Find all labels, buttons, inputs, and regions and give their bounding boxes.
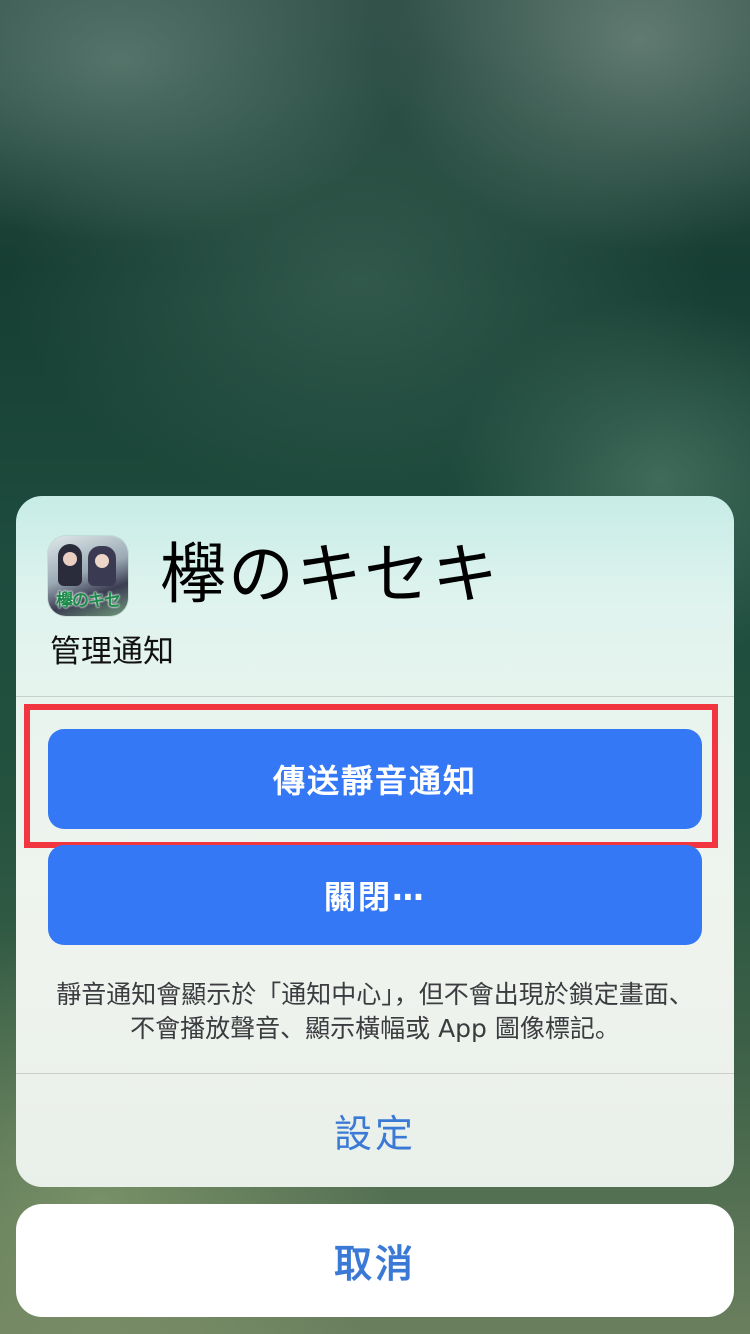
app-icon: 欅のキセキ xyxy=(48,536,128,616)
description-text: 靜音通知會顯示於「通知中心」，但不會出現於鎖定畫面、不會播放聲音、顯示橫幅或 A… xyxy=(56,980,694,1043)
app-title: 欅のキセキ xyxy=(160,536,500,613)
app-icon-face xyxy=(95,554,109,568)
send-silently-button[interactable]: 傳送靜音通知 xyxy=(48,729,702,829)
turn-off-button[interactable]: 關閉⋯ xyxy=(48,845,702,945)
app-icon-face xyxy=(63,552,77,566)
sheet-subtitle: 管理通知 xyxy=(50,634,174,670)
app-icon-logo-text: 欅のキセキ xyxy=(56,591,121,611)
cancel-button[interactable]: 取消 xyxy=(16,1204,734,1317)
settings-button[interactable]: 設定 xyxy=(16,1074,734,1187)
sheet-header: 欅のキセキ 欅のキセキ 管理通知 xyxy=(16,496,734,696)
header-divider xyxy=(16,696,734,697)
notification-action-sheet: 欅のキセキ 欅のキセキ 管理通知 傳送靜音通知 關閉⋯ 靜音通知會顯示於「通知中… xyxy=(16,496,734,1187)
